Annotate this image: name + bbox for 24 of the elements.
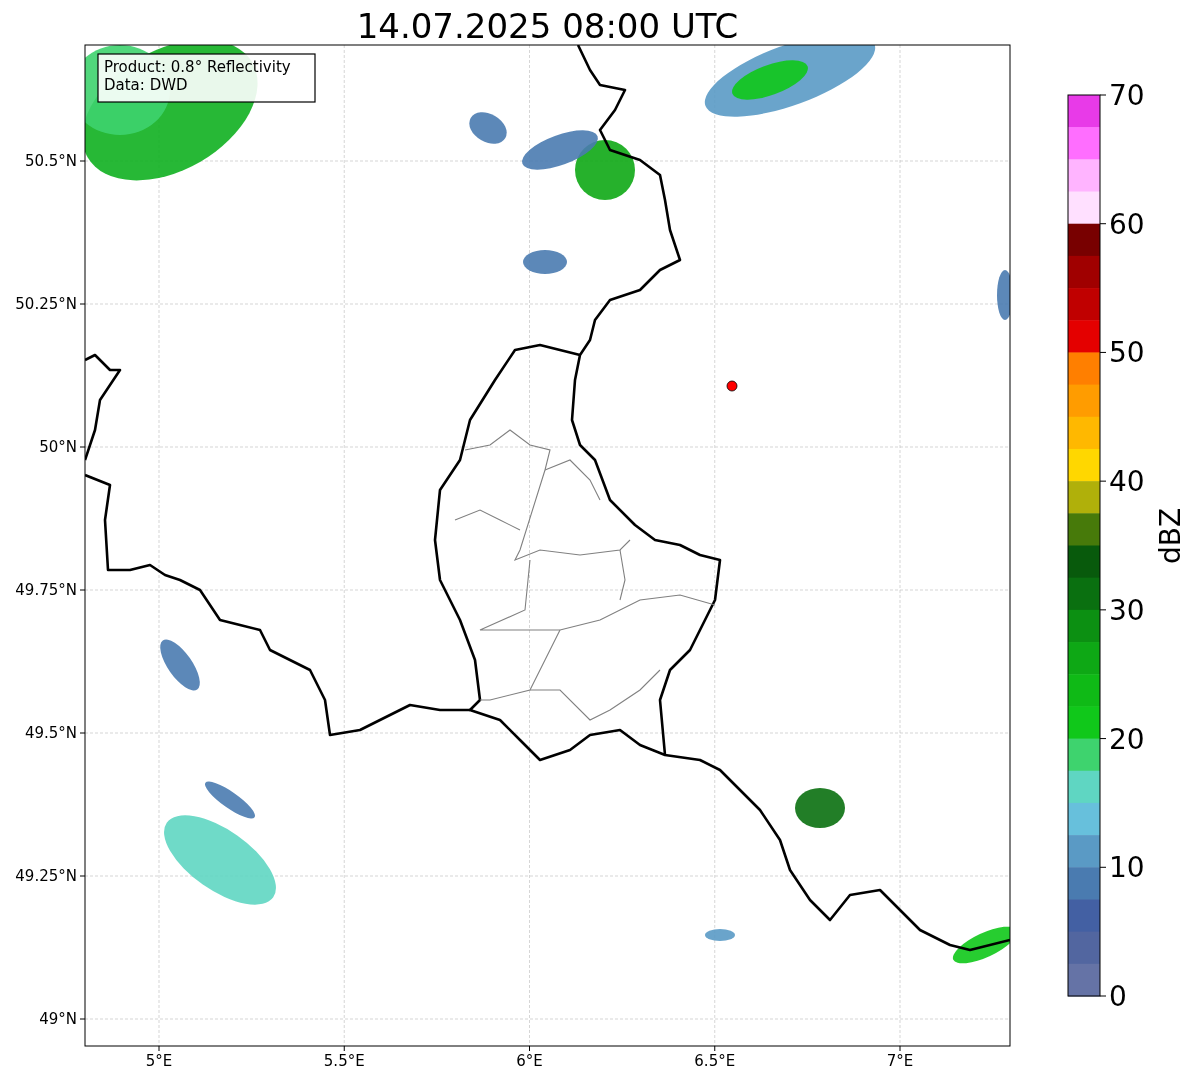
axis-tick-label: 50.5°N (24, 152, 77, 170)
axis-tick-label: 6.5°E (694, 1052, 736, 1070)
colorbar-tick-label: 50 (1109, 336, 1145, 370)
colorbar-tick-label: 20 (1109, 722, 1145, 756)
colorbar-tick-label: 40 (1109, 465, 1145, 499)
axis-tick-label: 7°E (886, 1052, 914, 1070)
colorbar-tick-label: 30 (1109, 593, 1145, 627)
axis-tick-label: 5.5°E (323, 1052, 365, 1070)
colorbar-tick-label: 10 (1109, 851, 1145, 885)
annotation-text: Product: 0.8° Reflectivity (104, 58, 291, 76)
colorbar-tick-label: 70 (1109, 79, 1145, 112)
axis-tick-label: 49.25°N (15, 867, 77, 885)
colorbar-tick-label: 0 (1109, 980, 1127, 1013)
axis-tick-label: 5°E (145, 1052, 173, 1070)
axis-tick-label: 50°N (39, 438, 77, 456)
axis-tick-label: 49°N (39, 1010, 77, 1028)
chart-title: 14.07.2025 08:00 UTC (356, 6, 739, 46)
colorbar-label: dBZ (1154, 507, 1187, 565)
axis-tick-label: 49.5°N (24, 724, 77, 742)
axis-tick-label: 49.75°N (15, 581, 77, 599)
axis-tick-label: 50.25°N (15, 295, 77, 313)
axis-tick-label: 6°E (516, 1052, 543, 1070)
colorbar-tick-label: 60 (1109, 207, 1145, 241)
annotation-text: Data: DWD (104, 76, 188, 94)
